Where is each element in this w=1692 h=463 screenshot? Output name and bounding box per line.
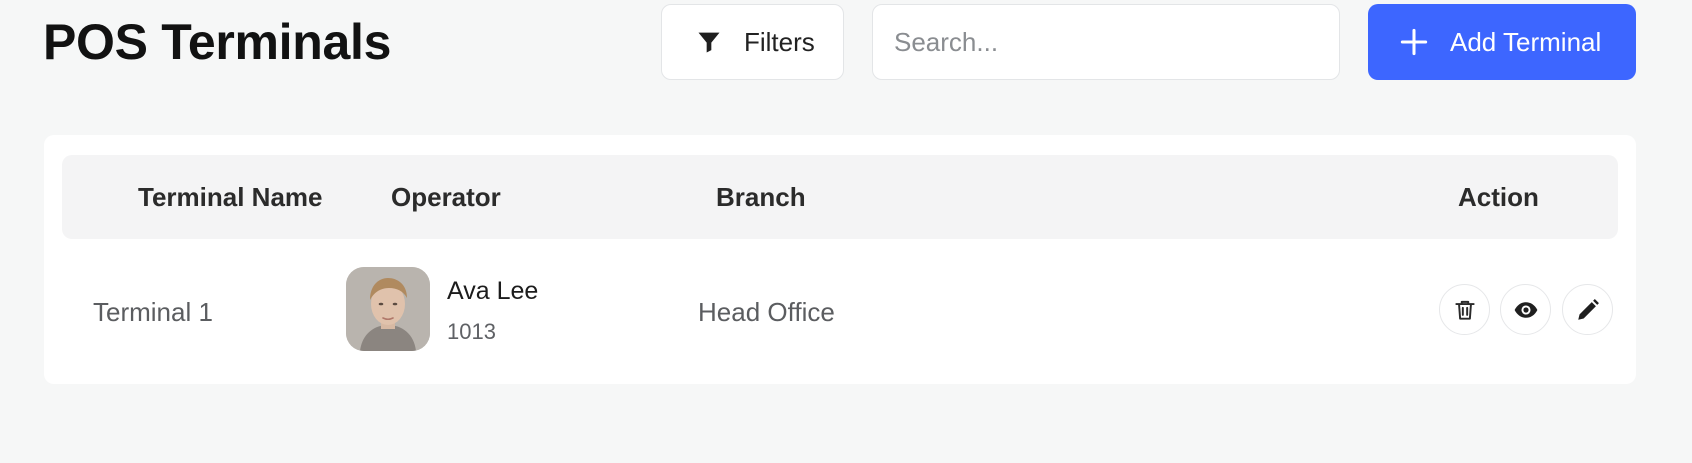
filter-funnel-icon [695,28,723,56]
add-terminal-button[interactable]: Add Terminal [1368,4,1636,80]
filters-button[interactable]: Filters [661,4,844,80]
filters-button-label: Filters [744,26,815,57]
column-header-action: Action [1458,182,1539,212]
branch-name: Head Office [698,297,835,327]
avatar [346,267,430,351]
trash-icon [1454,300,1475,320]
operator-name: Ava Lee [447,277,539,305]
pos-terminals-page: POS Terminals Filters Add Terminal Termi… [0,0,1692,463]
terminal-name: Terminal 1 [93,297,213,327]
terminals-table: Terminal Name Operator Branch Action Ter… [44,135,1636,384]
search-input[interactable] [873,5,1339,79]
page-title: POS Terminals [43,14,392,70]
column-header-terminal-name: Terminal Name [138,182,323,212]
search-box [872,4,1340,80]
table-row: Terminal 1 Ava Lee 1013 Head Office [44,239,1636,384]
pencil-icon [1577,298,1599,320]
operator-id: 1013 [447,319,496,344]
add-terminal-button-label: Add Terminal [1450,26,1602,57]
edit-button[interactable] [1562,284,1613,335]
plus-icon [1400,28,1428,56]
column-header-branch: Branch [716,182,806,212]
eye-icon [1514,301,1537,318]
view-button[interactable] [1500,284,1551,335]
table-header: Terminal Name Operator Branch Action [62,155,1618,239]
delete-button[interactable] [1439,284,1490,335]
column-header-operator: Operator [391,182,501,212]
